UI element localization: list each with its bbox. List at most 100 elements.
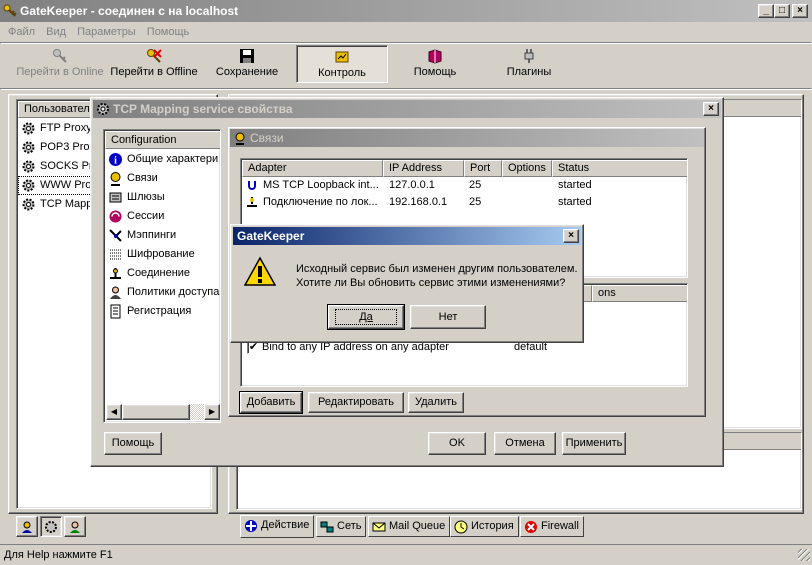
tree-item-connection[interactable]: Соединение <box>105 264 220 283</box>
tree-item-bindings[interactable]: Связи <box>105 169 220 188</box>
message-box-title-bar[interactable]: GateKeeper × <box>233 227 581 245</box>
bindings-section-title: Связи <box>250 131 284 145</box>
policy-icon <box>110 286 121 299</box>
ok-button[interactable]: OK <box>428 432 486 455</box>
info-icon: i <box>109 153 122 167</box>
col-port[interactable]: Port <box>464 160 502 177</box>
firewall-icon <box>525 521 537 533</box>
go-offline-button[interactable]: Перейти в Offline <box>106 45 202 83</box>
toolbar-divider <box>0 42 812 44</box>
col-ip-address[interactable]: IP Address <box>383 160 464 177</box>
table-row[interactable]: MS TCP Loopback int... 127.0.0.1 25 star… <box>242 177 687 194</box>
binding-icon <box>110 172 121 186</box>
tree-item-encryption[interactable]: Шифрование <box>105 245 220 264</box>
close-button[interactable]: × <box>792 4 808 18</box>
control-icon <box>335 51 349 63</box>
apply-button[interactable]: Применить <box>562 432 626 455</box>
floppy-icon <box>240 49 254 63</box>
view-tab-users[interactable] <box>16 516 38 537</box>
menu-params[interactable]: Параметры <box>73 23 140 41</box>
edit-button[interactable]: Редактировать <box>308 392 404 413</box>
gear-icon <box>45 521 57 533</box>
menu-help[interactable]: Помощь <box>143 23 194 41</box>
svg-text:i: i <box>114 156 117 167</box>
log-icon <box>110 304 121 319</box>
yes-button[interactable]: Да <box>327 304 405 330</box>
col-adapter[interactable]: Adapter <box>242 160 383 177</box>
scroll-left-button[interactable]: ◀ <box>106 404 122 420</box>
minimize-button[interactable]: _ <box>758 4 774 18</box>
view-tab-admins[interactable] <box>64 516 86 537</box>
properties-title-bar[interactable]: TCP Mapping service свойства × <box>93 100 721 118</box>
control-button[interactable]: Контроль <box>296 45 388 83</box>
go-online-button[interactable]: Перейти в Online <box>14 45 106 83</box>
gateway-icon <box>109 192 122 203</box>
add-button[interactable]: Добавить <box>239 391 303 414</box>
message-box-close-button[interactable]: × <box>563 229 579 243</box>
bind-options-header-right[interactable]: ons <box>592 285 687 302</box>
gatekeeper-key-icon <box>3 4 17 17</box>
users-icon <box>22 521 32 533</box>
sessions-icon <box>109 210 122 223</box>
no-button[interactable]: Нет <box>410 305 486 329</box>
key-cross-icon <box>147 49 162 63</box>
gear-icon <box>22 179 35 192</box>
tree-item-mappings[interactable]: Мэппинги <box>105 226 220 245</box>
help-button[interactable]: Помощь <box>392 45 478 83</box>
loopback-icon <box>248 181 256 190</box>
action-icon <box>245 520 257 532</box>
properties-close-button[interactable]: × <box>703 102 719 116</box>
gear-icon <box>22 122 35 135</box>
connection-icon <box>110 268 121 279</box>
menu-bar: Файл Вид Параметры Помощь <box>4 23 193 41</box>
lan-adapter-icon <box>247 197 257 207</box>
tab-network[interactable]: Сеть <box>316 516 367 537</box>
gear-icon <box>97 103 109 115</box>
bindings-section-title-bar: Связи <box>230 129 704 147</box>
message-line-2: Хотите ли Вы обновить сервис этими измен… <box>296 277 566 289</box>
tab-firewall[interactable]: Firewall <box>520 516 584 537</box>
tab-mail-queue[interactable]: Mail Queue <box>368 516 451 537</box>
main-window-title: GateKeeper - соединен с на localhost <box>20 4 239 18</box>
plugins-button[interactable]: Плагины <box>486 45 572 83</box>
toolbar-bottom-divider <box>0 88 812 90</box>
tab-history[interactable]: История <box>450 516 519 537</box>
tree-item-gateways[interactable]: Шлюзы <box>105 188 220 207</box>
plug-icon <box>524 49 534 63</box>
col-status[interactable]: Status <box>552 160 687 177</box>
table-row[interactable]: Подключение по лок... 192.168.0.1 25 sta… <box>242 194 687 211</box>
scroll-right-button[interactable]: ▶ <box>204 404 220 420</box>
view-tab-services[interactable] <box>40 516 62 537</box>
tree-hscrollbar[interactable]: ◀ ▶ <box>106 404 220 420</box>
menu-view[interactable]: Вид <box>42 23 70 41</box>
menu-file[interactable]: Файл <box>4 23 39 41</box>
gear-icon <box>22 160 35 173</box>
gear-icon <box>22 141 35 154</box>
key-icon <box>53 49 67 63</box>
tree-item-general[interactable]: i Общие характери <box>105 150 220 169</box>
help-footer-button[interactable]: Помощь <box>104 432 162 455</box>
col-options[interactable]: Options <box>502 160 552 177</box>
person-icon <box>70 521 80 533</box>
properties-dialog-title: TCP Mapping service свойства <box>113 102 293 116</box>
save-button[interactable]: Сохранение <box>204 45 290 83</box>
cancel-button[interactable]: Отмена <box>494 432 556 455</box>
tree-item-registration[interactable]: Регистрация <box>105 302 220 321</box>
tab-action[interactable]: Действие <box>240 515 315 538</box>
maximize-button[interactable]: □ <box>774 4 790 18</box>
scroll-thumb[interactable] <box>122 404 190 420</box>
message-box-title: GateKeeper <box>237 229 305 243</box>
config-tree-header[interactable]: Configuration <box>105 131 220 149</box>
warning-icon <box>244 256 276 286</box>
mapping-icon <box>109 229 122 242</box>
binding-icon <box>235 132 245 145</box>
config-tree[interactable]: Configuration i Общие характери Связи Шлю… <box>103 129 221 423</box>
tree-item-sessions[interactable]: Сессии <box>105 207 220 226</box>
clock-icon <box>454 520 468 534</box>
tree-item-access-policies[interactable]: Политики доступа <box>105 283 220 302</box>
gear-icon <box>22 198 35 211</box>
size-grip[interactable] <box>798 549 810 561</box>
main-title-bar[interactable]: GateKeeper - соединен с на localhost _ □… <box>0 0 812 22</box>
delete-button[interactable]: Удалить <box>408 392 464 413</box>
network-icon <box>320 521 334 533</box>
